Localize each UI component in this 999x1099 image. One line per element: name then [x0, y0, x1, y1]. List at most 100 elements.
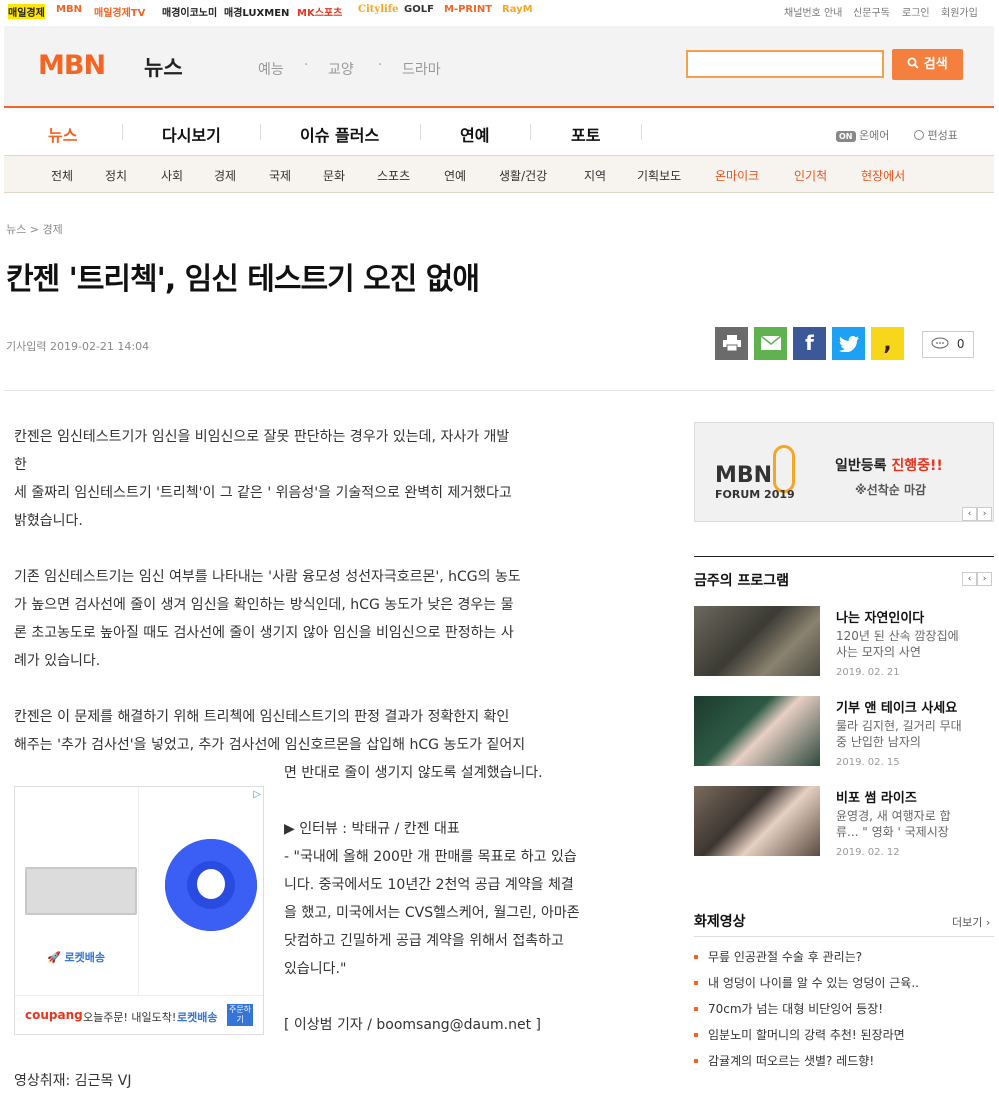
main-nav-news[interactable]: 뉴스 [48, 122, 77, 146]
main-nav-issue-plus[interactable]: 이슈 플러스 [300, 122, 379, 146]
program-thumbnail[interactable] [694, 786, 820, 856]
program-thumbnail[interactable] [694, 696, 820, 766]
subnav-culture[interactable]: 문화 [323, 167, 345, 184]
videos-title: 화제영상 [694, 914, 746, 930]
subnav-society[interactable]: 사회 [161, 167, 183, 184]
video-list-item[interactable]: 감귤계의 떠오르는 샛별? 레드향! [694, 1052, 874, 1069]
search-button[interactable]: 검색 [892, 49, 963, 80]
article-line: 닷컴하고 긴밀하게 공급 계약을 위해서 접촉하고 [284, 933, 564, 949]
coupang-ad[interactable]: ▷ 🚀 로켓배송 coupang 오늘주문! 내일도착! 로켓배송 주문하기 [14, 786, 264, 1035]
video-list-item[interactable]: 무릎 인공관절 수술 후 관리는? [694, 948, 862, 965]
site-link-mksports[interactable]: MK스포츠 [297, 4, 342, 19]
breadcrumb[interactable]: 뉴스 > 경제 [6, 221, 63, 237]
article-line: 기존 임신테스트기는 임신 여부를 나타내는 '사람 융모성 성선자극호르몬',… [14, 569, 521, 585]
print-icon [722, 335, 741, 352]
subnav-international[interactable]: 국제 [269, 167, 291, 184]
comment-count: 0 [956, 337, 965, 351]
comment-icon [931, 337, 949, 349]
site-link-mprint[interactable]: M-PRINT [444, 4, 492, 15]
util-login[interactable]: 로그인 [902, 4, 930, 19]
article-line: 니다. 중국에서도 10년간 2천억 공급 계약을 체결 [284, 877, 574, 893]
article-line: 론 초고농도로 높아질 때도 검사선에 줄이 생기지 않아 임신을 비임신으로 … [14, 625, 514, 641]
util-subscribe[interactable]: 신문구독 [853, 4, 890, 19]
banner-next-button[interactable]: › [977, 507, 992, 521]
program-desc: 120년 된 산속 깜장집에 [836, 629, 959, 643]
subnav-region[interactable]: 지역 [584, 167, 606, 184]
subnav-politics[interactable]: 정치 [105, 167, 127, 184]
programs-prev-button[interactable]: ‹ [962, 572, 977, 586]
main-nav-photo[interactable]: 포토 [571, 122, 600, 146]
forum-logo-text: MBN [715, 463, 773, 488]
subnav-economy[interactable]: 경제 [214, 167, 236, 184]
onair-label: 온에어 [859, 129, 890, 142]
nav-divider [420, 124, 421, 140]
util-channel-info[interactable]: 채널번호 안내 [784, 4, 842, 19]
nav-dot: · [304, 57, 309, 73]
article-line: 있습니다." [284, 961, 347, 977]
program-title[interactable]: 나는 자연인이다 [836, 607, 924, 626]
article-line: 밝혔습니다. [14, 513, 83, 529]
sub-nav: 전체 정치 사회 경제 국제 문화 스포츠 연예 생활/건강 지역 기획보도 온… [4, 155, 994, 193]
comment-button[interactable]: 0 [922, 331, 974, 358]
subnav-onmic[interactable]: 온마이크 [715, 167, 759, 184]
site-link-luxmen[interactable]: 매경LUXMEN [224, 4, 289, 19]
kakao-share-button[interactable]: , [871, 327, 904, 360]
site-link-economy[interactable]: 매경이코노미 [162, 4, 217, 19]
adchoices-icon[interactable]: ▷ [253, 789, 261, 800]
program-date: 2019. 02. 15 [836, 757, 900, 768]
program-title[interactable]: 비포 썸 라이즈 [836, 787, 917, 806]
program-title[interactable]: 기부 앤 테이크 사세요 [836, 697, 957, 716]
video-list-item[interactable]: 임분노미 할머니의 강력 추천! 된장라면 [694, 1026, 905, 1043]
subnav-popular[interactable]: 인기척 [794, 167, 827, 184]
videos-more-link[interactable]: 더보기 › [952, 914, 990, 930]
nav-divider [641, 124, 642, 140]
site-link-mktv[interactable]: 매일경제TV [94, 4, 145, 19]
schedule-link[interactable]: 편성표 [914, 127, 958, 143]
email-share-button[interactable] [754, 327, 787, 360]
video-list-item[interactable]: 70cm가 넘는 대형 비단잉어 등장! [694, 1000, 883, 1017]
site-link-golf[interactable]: GOLF [404, 4, 434, 15]
search-icon [907, 57, 919, 69]
mbn-logo[interactable]: MBN [38, 50, 106, 81]
program-desc: 중 난입한 남자의 [836, 735, 921, 749]
program-desc: 사는 모자의 사연 [836, 645, 921, 659]
article-line: 칸젠은 임신테스트기가 임신을 비임신으로 잘못 판단하는 경우가 있는데, 자… [14, 429, 510, 445]
clock-icon [914, 130, 924, 140]
main-nav-entertainment[interactable]: 연예 [460, 122, 489, 146]
print-button[interactable] [715, 327, 748, 360]
onair-link[interactable]: ON 온에어 [836, 127, 889, 143]
rocket-delivery-label: 🚀 로켓배송 [47, 951, 106, 964]
subnav-entertainment[interactable]: 연예 [444, 167, 466, 184]
nav-divider [260, 124, 261, 140]
subnav-all[interactable]: 전체 [51, 167, 73, 184]
nav-divider [122, 124, 123, 140]
main-nav-replay[interactable]: 다시보기 [162, 122, 221, 146]
kakao-icon: , [883, 331, 892, 356]
header-nav-culture[interactable]: 교양 [328, 59, 354, 79]
facebook-share-button[interactable]: f [793, 327, 826, 360]
site-link-raym[interactable]: RayM [502, 4, 533, 15]
order-badge[interactable]: 주문하기 [227, 1004, 253, 1026]
banner-prev-button[interactable]: ‹ [962, 507, 977, 521]
nav-divider [530, 124, 531, 140]
header-nav-entertainment[interactable]: 예능 [258, 59, 284, 79]
util-signup[interactable]: 회원가입 [941, 4, 978, 19]
programs-title: 금주의 프로그램 [694, 573, 790, 589]
twitter-share-button[interactable] [832, 327, 865, 360]
header-nav-drama[interactable]: 드라마 [402, 59, 441, 79]
video-list-item[interactable]: 내 엉덩이 나이를 알 수 있는 엉덩이 근육.. [694, 974, 919, 991]
reporter-byline: [ 이상범 기자 / boomsang@daum.net ] [284, 1017, 541, 1033]
site-link-citylife[interactable]: Citylife [358, 4, 398, 15]
subnav-special[interactable]: 기획보도 [637, 167, 681, 184]
subnav-onsite[interactable]: 현장에서 [861, 167, 905, 184]
subnav-sports[interactable]: 스포츠 [377, 167, 410, 184]
section-name[interactable]: 뉴스 [144, 52, 183, 82]
site-link-maeil[interactable]: 매일경제 [8, 4, 45, 19]
program-thumbnail[interactable] [694, 606, 820, 676]
site-link-mbn[interactable]: MBN [56, 4, 82, 15]
mbn-forum-banner[interactable]: MBN FORUM 2019 일반등록 진행중!! ※선착순 마감 ‹ › [694, 422, 994, 522]
search-input[interactable] [686, 50, 884, 78]
subnav-life-health[interactable]: 생활/건강 [499, 167, 547, 184]
programs-next-button[interactable]: › [977, 572, 992, 586]
article-line: 면 반대로 줄이 생기지 않도록 설계했습니다. [284, 765, 543, 781]
